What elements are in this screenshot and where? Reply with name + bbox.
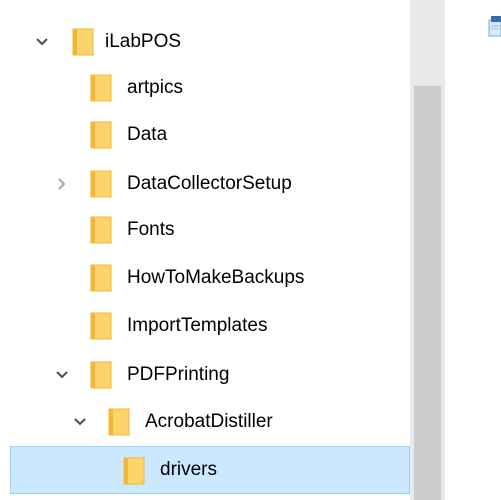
folder-icon [90, 170, 112, 198]
tree-item-drivers[interactable]: drivers [10, 446, 410, 494]
file-icon[interactable] [487, 14, 501, 38]
folder-icon [108, 408, 130, 436]
chevron-down-icon[interactable] [34, 34, 50, 50]
chevron-right-icon[interactable] [54, 176, 70, 192]
tree-item-label: ImportTemplates [127, 315, 268, 336]
vertical-scrollbar[interactable] [410, 0, 445, 500]
tree-item-howtomakebackups[interactable]: HowToMakeBackups [0, 254, 410, 302]
chevron-down-icon[interactable] [54, 367, 70, 383]
folder-icon [72, 28, 94, 56]
folder-icon [90, 216, 112, 244]
content-pane [445, 0, 501, 500]
tree-item-fonts[interactable]: Fonts [0, 206, 410, 254]
tree-item-label: artpics [127, 77, 183, 98]
tree-item-label: HowToMakeBackups [127, 267, 305, 288]
folder-icon [90, 312, 112, 340]
folder-icon [90, 264, 112, 292]
folder-icon [90, 121, 112, 149]
tree-item-importtemplates[interactable]: ImportTemplates [0, 302, 410, 350]
tree-item-artpics[interactable]: artpics [0, 64, 410, 112]
folder-icon [90, 74, 112, 102]
tree-item-datacollectorsetup[interactable]: DataCollectorSetup [0, 160, 410, 208]
tree-item-pdfprinting[interactable]: PDFPrinting [0, 351, 410, 399]
tree-item-label: DataCollectorSetup [127, 173, 292, 194]
tree-item-label: AcrobatDistiller [145, 411, 273, 432]
tree-item-ilabpos[interactable]: iLabPOS [0, 18, 410, 66]
folder-icon [123, 457, 145, 485]
tree-item-label: Fonts [127, 219, 175, 240]
tree-item-label: drivers [160, 459, 218, 480]
folder-icon [90, 361, 112, 389]
tree-item-label: PDFPrinting [127, 364, 230, 385]
tree-item-data[interactable]: Data [0, 111, 410, 159]
chevron-down-icon[interactable] [72, 414, 88, 430]
tree-item-label: Data [127, 124, 168, 145]
folder-tree: iLabPOS artpics Data DataCollectorSetup … [0, 0, 410, 500]
tree-item-acrobatdistiller[interactable]: AcrobatDistiller [0, 398, 410, 446]
tree-item-label: iLabPOS [105, 31, 182, 52]
scrollbar-thumb[interactable] [414, 86, 441, 500]
